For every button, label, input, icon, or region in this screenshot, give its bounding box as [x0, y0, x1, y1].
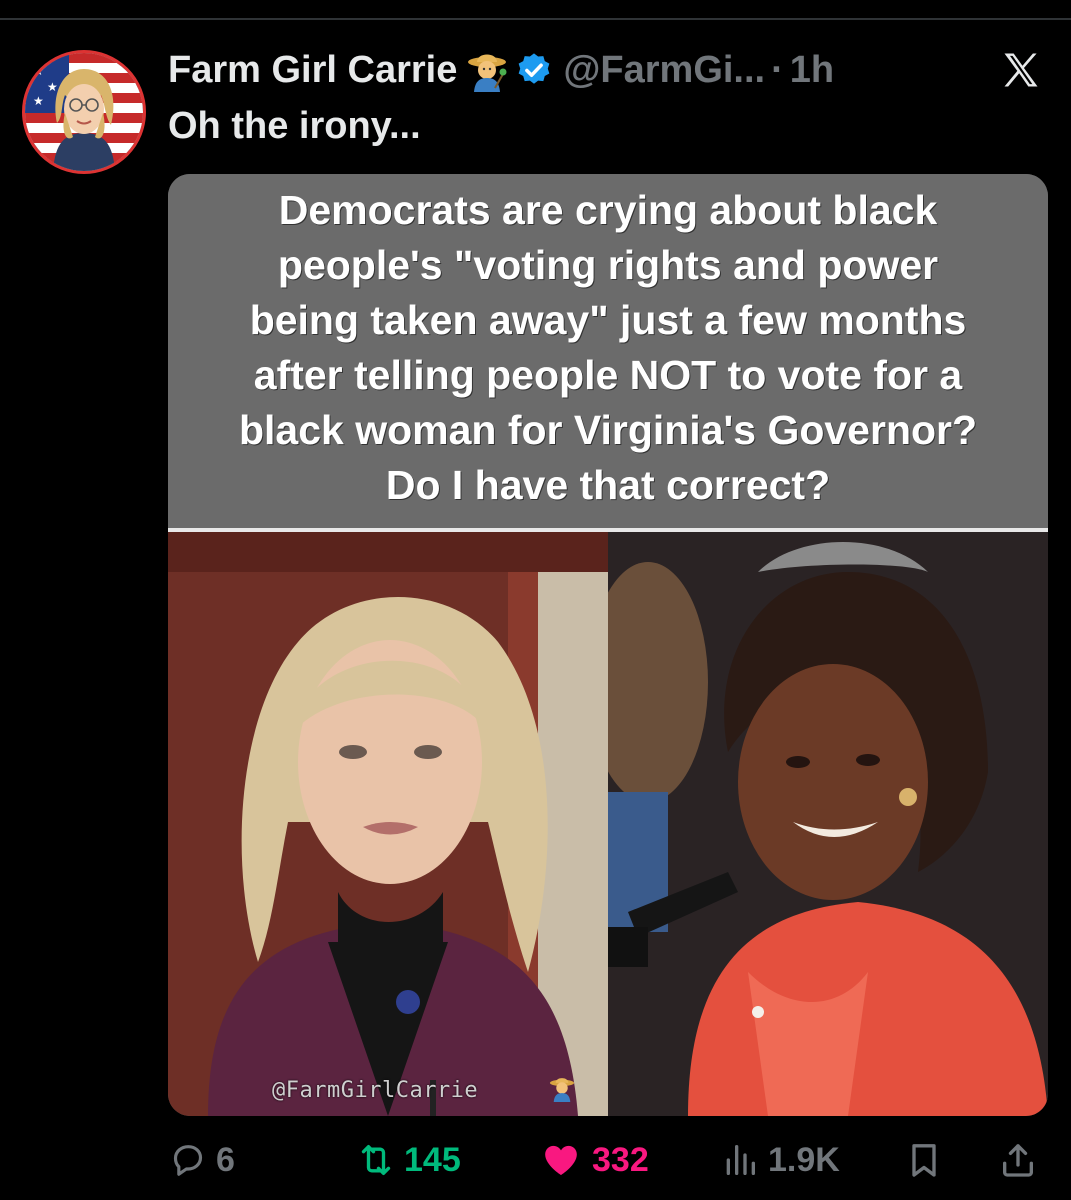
- like-icon: [545, 1145, 577, 1175]
- avatar[interactable]: ★ ★ ★: [22, 50, 146, 174]
- action-bar: 6 145 332 1.9K: [168, 1140, 1048, 1184]
- meme-banner: Democrats are crying about black people'…: [168, 174, 1048, 528]
- post-text: Oh the irony...: [168, 105, 421, 147]
- bookmark-icon: [912, 1144, 936, 1177]
- svg-text:★: ★: [33, 64, 44, 78]
- meme-text: Democrats are crying about black people'…: [238, 187, 978, 508]
- avatar-illustration: ★ ★ ★: [25, 53, 143, 171]
- reply-button[interactable]: 6: [168, 1140, 235, 1180]
- verified-badge-icon: [515, 51, 553, 89]
- views-icon: [726, 1145, 755, 1175]
- x-logo-icon[interactable]: [999, 48, 1043, 92]
- author-handle[interactable]: @FarmGi...: [563, 44, 765, 96]
- like-button[interactable]: 332: [538, 1140, 649, 1180]
- repost-count: 145: [404, 1140, 461, 1179]
- meta-separator: ·: [771, 49, 784, 91]
- repost-button[interactable]: 145: [356, 1140, 461, 1180]
- share-icon: [1003, 1144, 1033, 1177]
- views-count: 1.9K: [768, 1140, 840, 1179]
- media-watermark: @FarmGirlCarrie: [272, 1078, 479, 1103]
- post-media[interactable]: Democrats are crying about black people'…: [168, 174, 1048, 1116]
- reply-icon: [173, 1145, 203, 1176]
- repost-icon: [361, 1145, 391, 1175]
- post-time[interactable]: 1h: [790, 44, 834, 96]
- bookmark-button[interactable]: [904, 1140, 944, 1180]
- photo-right-woman-red-jacket: [608, 532, 1048, 1116]
- photo-left-woman-blonde: [168, 532, 608, 1116]
- views-button[interactable]: 1.9K: [720, 1140, 840, 1180]
- reply-count: 6: [216, 1140, 235, 1179]
- like-count: 332: [592, 1140, 649, 1179]
- farmer-emoji-icon: [465, 48, 509, 92]
- author-name[interactable]: Farm Girl Carrie: [168, 44, 457, 96]
- svg-text:★: ★: [47, 80, 58, 94]
- farmer-watermark-icon: [548, 1074, 576, 1102]
- share-button[interactable]: [998, 1140, 1038, 1180]
- top-divider: [0, 18, 1071, 20]
- post-header: Farm Girl Carrie @FarmGi... · 1h: [168, 44, 1051, 104]
- svg-text:★: ★: [33, 94, 44, 108]
